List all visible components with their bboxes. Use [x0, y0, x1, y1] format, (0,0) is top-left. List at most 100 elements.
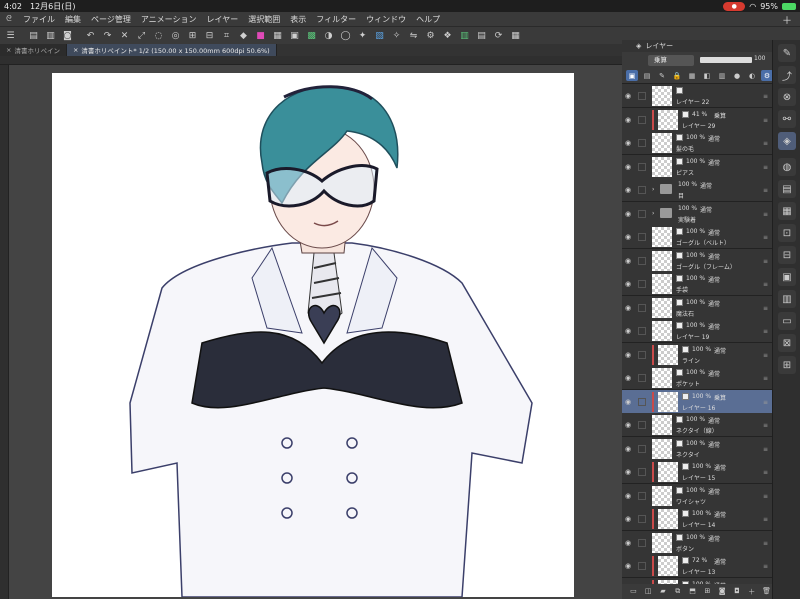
layer-name[interactable]: ライン: [682, 356, 700, 365]
layer-name[interactable]: ポケット: [676, 379, 700, 388]
layer-row[interactable]: ◉ 41 % 乗算 レイヤー 29 ≡: [622, 107, 772, 132]
layer-name[interactable]: レイヤー 13: [682, 567, 715, 576]
material-icon[interactable]: ▣: [778, 268, 796, 286]
edit-target-box[interactable]: [638, 256, 646, 265]
menu-selection[interactable]: 選択範囲: [243, 14, 285, 25]
edit-target-box[interactable]: [638, 162, 646, 171]
navigator-icon[interactable]: ⊡: [778, 224, 796, 242]
edit-target-box[interactable]: [638, 92, 646, 100]
layer-menu-icon[interactable]: ≡: [763, 234, 768, 241]
chevron-right-icon[interactable]: ›: [652, 210, 654, 217]
layer-name[interactable]: レイヤー 29: [682, 121, 715, 130]
layer-name[interactable]: レイヤー 19: [676, 332, 709, 341]
visibility-eye-icon[interactable]: ◉: [625, 116, 635, 124]
tool-property-icon[interactable]: ⊗: [778, 88, 796, 106]
tab-document-1[interactable]: × 清書ホリペイン: [0, 44, 67, 56]
tab-document-2[interactable]: × 清書ホリペイント* 1/2 (150.00 x 150.00mm 600dp…: [66, 44, 277, 56]
clear-icon[interactable]: ✕: [116, 29, 133, 43]
layer-menu-icon[interactable]: ≡: [763, 352, 768, 359]
menu-help[interactable]: ヘルプ: [411, 14, 445, 25]
layer-row[interactable]: ◉ 100 % 通常 ワイシャツ ≡: [622, 483, 772, 508]
apply-mask-icon[interactable]: ◘: [732, 587, 743, 597]
color-set-icon[interactable]: ▤: [778, 180, 796, 198]
visibility-eye-icon[interactable]: ◉: [625, 327, 635, 335]
layer-name[interactable]: レイヤー 22: [676, 97, 709, 106]
layer-name[interactable]: レイヤー 15: [682, 473, 715, 482]
save-icon[interactable]: ◙: [59, 29, 76, 43]
deselect-icon[interactable]: ◌: [150, 29, 167, 43]
edit-target-box[interactable]: [638, 303, 646, 312]
lasso-icon[interactable]: ◯: [337, 29, 354, 43]
layer-name[interactable]: ピアス: [676, 168, 694, 177]
invert-selection-icon[interactable]: ◎: [167, 29, 184, 43]
visibility-eye-icon[interactable]: ◉: [625, 468, 635, 476]
layer-name[interactable]: 髪の毛: [676, 144, 694, 153]
expand-icon[interactable]: ⊞: [184, 29, 201, 43]
menu-icon[interactable]: ☰: [2, 29, 19, 43]
effect-icon[interactable]: ✧: [388, 29, 405, 43]
layer-menu-icon[interactable]: ≡: [763, 422, 768, 429]
edit-target-box[interactable]: [638, 233, 646, 241]
new-raster-layer-icon[interactable]: ▭: [628, 587, 639, 597]
menu-window[interactable]: ウィンドウ: [361, 14, 411, 25]
visibility-eye-icon[interactable]: ◉: [625, 351, 635, 359]
layer-menu-icon[interactable]: ≡: [763, 305, 768, 312]
add-layer-icon[interactable]: ＋: [746, 587, 757, 597]
paste-icon[interactable]: ▤: [473, 29, 490, 43]
layer-menu-icon[interactable]: ≡: [763, 164, 768, 171]
edit-target-box[interactable]: [638, 350, 646, 359]
edit-target-box[interactable]: [638, 444, 646, 453]
preview-icon[interactable]: ◑: [320, 29, 337, 43]
shrink-icon[interactable]: ⊟: [201, 29, 218, 43]
edit-target-box[interactable]: [638, 562, 646, 570]
edit-target-box[interactable]: [638, 374, 646, 382]
layer-name[interactable]: 手袋: [676, 285, 688, 294]
visibility-eye-icon[interactable]: ◉: [625, 92, 635, 100]
intermediate-color-icon[interactable]: ▦: [778, 202, 796, 220]
layer-menu-icon[interactable]: ≡: [763, 563, 768, 570]
guide-icon[interactable]: ▩: [303, 29, 320, 43]
visibility-eye-icon[interactable]: ◉: [625, 398, 635, 406]
flip-icon[interactable]: ⇋: [405, 29, 422, 43]
visibility-eye-icon[interactable]: ◉: [625, 280, 635, 288]
edit-target-box[interactable]: [638, 209, 646, 218]
layer-list[interactable]: ◉ レイヤー 22 ≡ ◉ 41 % 乗算 レイヤー 29 ≡ ◉ 100 % 通常 髪の毛 ≡ ◉ 100…: [622, 84, 772, 584]
edit-target-box[interactable]: [638, 515, 646, 523]
color-icon[interactable]: ■: [252, 29, 269, 43]
sync-icon[interactable]: ⟳: [490, 29, 507, 43]
ruler-enable-icon[interactable]: ▥: [716, 70, 728, 81]
layer-name[interactable]: ボタン: [676, 544, 694, 553]
brush-icon[interactable]: ✎: [778, 44, 796, 62]
open-icon[interactable]: ▥: [42, 29, 59, 43]
reference-icon[interactable]: ▤: [641, 70, 653, 81]
layer-menu-icon[interactable]: ≡: [763, 187, 768, 194]
edit-target-box[interactable]: [638, 115, 646, 124]
mask-enable-icon[interactable]: ◧: [701, 70, 713, 81]
close-icon[interactable]: ×: [6, 46, 11, 54]
grid-icon[interactable]: ▣: [286, 29, 303, 43]
layer-row[interactable]: ◉ 100 % 通常 レイヤー 15 ≡: [622, 460, 772, 484]
layer-row[interactable]: ◉ 100 % 通常 魔法石 ≡: [622, 295, 772, 320]
close-icon[interactable]: ×: [73, 46, 78, 54]
history-icon[interactable]: ⊠: [778, 334, 796, 352]
edit-target-box[interactable]: [638, 186, 646, 194]
layer-name[interactable]: ゴーグル（ベルト）: [676, 238, 730, 247]
mask-icon[interactable]: ▧: [371, 29, 388, 43]
layer-name[interactable]: レイヤー 14: [682, 520, 715, 529]
layer-row[interactable]: ◉ 100 % 通常 ネクタイ（線） ≡: [622, 413, 772, 437]
new-vector-layer-icon[interactable]: ◫: [643, 587, 654, 597]
edit-target-box[interactable]: [638, 327, 646, 335]
visibility-eye-icon[interactable]: ◉: [625, 562, 635, 570]
layer-name[interactable]: ワイシャツ: [676, 497, 706, 506]
new-icon[interactable]: ▤: [25, 29, 42, 43]
recording-icon[interactable]: ●: [723, 1, 746, 11]
edit-target-box[interactable]: [638, 139, 646, 147]
layer-menu-icon[interactable]: ≡: [763, 399, 768, 406]
lock-alpha-icon[interactable]: ▦: [686, 70, 698, 81]
layer-menu-icon[interactable]: ≡: [763, 469, 768, 476]
item-bank-icon[interactable]: ⊞: [778, 356, 796, 374]
blend-mode-select[interactable]: 乗算: [648, 55, 694, 66]
menu-animation[interactable]: アニメーション: [136, 14, 202, 25]
timeline-icon[interactable]: ▭: [778, 312, 796, 330]
mask-layer-icon[interactable]: ◙: [717, 587, 728, 597]
